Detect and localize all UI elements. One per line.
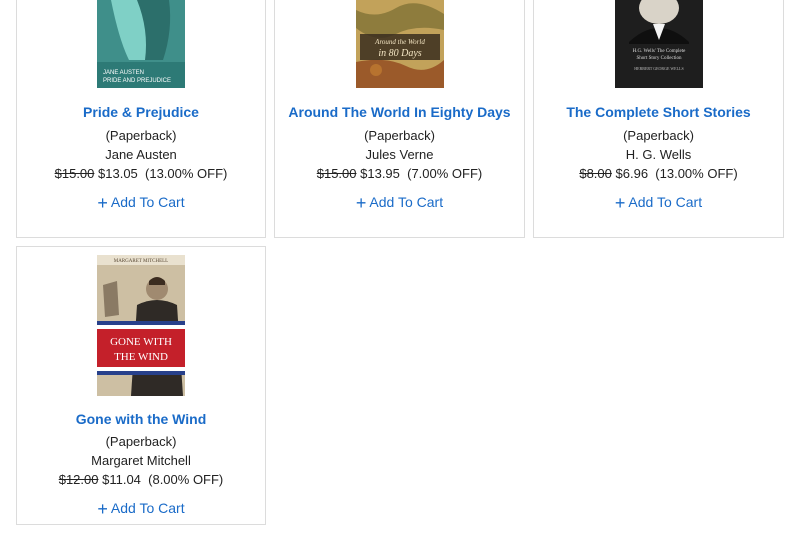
- cover-text: in 80 Days: [378, 48, 421, 59]
- book-cover-image[interactable]: Around the World in 80 Days: [355, 0, 444, 88]
- plus-icon: +: [355, 193, 367, 213]
- book-author: Margaret Mitchell: [91, 453, 191, 468]
- cover-text: THE WIND: [114, 351, 168, 363]
- cover-text: GONE WITH: [110, 336, 172, 348]
- cover-text: MARGARET MITCHELL: [114, 259, 169, 264]
- add-to-cart-button[interactable]: + Add To Cart: [534, 193, 783, 214]
- product-card: Around the World in 80 Days Around The W…: [274, 0, 525, 238]
- plus-icon: +: [97, 499, 108, 519]
- book-title-link[interactable]: Gone with the Wind: [17, 411, 265, 427]
- original-price: $15.00: [54, 166, 95, 181]
- discount-percent: (13.00% OFF): [145, 166, 228, 181]
- book-format: (Paperback): [105, 128, 177, 143]
- cover-text: JANE AUSTEN: [103, 70, 144, 76]
- discount-percent: (8.00% OFF): [148, 472, 224, 487]
- discount-percent: (13.00% OFF): [655, 166, 738, 181]
- original-price: $12.00: [58, 472, 99, 487]
- book-author: H. G. Wells: [625, 147, 692, 162]
- sale-price: $13.05: [98, 166, 138, 181]
- book-cover-image[interactable]: H.G. Wells' The Complete Short Story Col…: [614, 0, 703, 88]
- add-to-cart-button[interactable]: + Add To Cart: [17, 499, 265, 520]
- add-to-cart-button[interactable]: + Add To Cart: [275, 193, 524, 214]
- product-grid: JANE AUSTEN PRIDE AND PREJUDICE Pride & …: [0, 0, 796, 546]
- add-to-cart-label: Add To Cart: [628, 194, 703, 210]
- cover-text: Short Story Collection: [636, 56, 682, 61]
- plus-icon: +: [614, 193, 626, 213]
- product-card: MARGARET MITCHELL GONE WITH THE WIND Gon…: [16, 246, 266, 525]
- book-format: (Paperback): [105, 434, 177, 449]
- book-format: (Paperback): [364, 128, 435, 143]
- product-card: H.G. Wells' The Complete Short Story Col…: [533, 0, 784, 238]
- add-to-cart-button[interactable]: + Add To Cart: [17, 193, 265, 214]
- sale-price: $13.95: [360, 166, 400, 181]
- price-row: $8.00 $6.96 (13.00% OFF): [534, 166, 783, 181]
- book-author: Jules Verne: [365, 147, 434, 162]
- book-author: Jane Austen: [105, 147, 177, 162]
- book-format: (Paperback): [623, 128, 694, 143]
- cover-text: H.G. Wells' The Complete: [632, 49, 685, 54]
- original-price: $15.00: [316, 166, 357, 181]
- add-to-cart-label: Add To Cart: [110, 500, 185, 516]
- original-price: $8.00: [579, 166, 612, 181]
- sale-price: $11.04: [102, 472, 141, 487]
- cover-text: HERBERT GEORGE WELLS: [634, 66, 683, 71]
- plus-icon: +: [97, 193, 108, 213]
- cover-text: Around the World: [374, 38, 425, 46]
- cover-text: PRIDE AND PREJUDICE: [103, 78, 171, 84]
- add-to-cart-label: Add To Cart: [110, 194, 185, 210]
- price-row: $15.00 $13.05 (13.00% OFF): [17, 166, 265, 181]
- add-to-cart-label: Add To Cart: [369, 194, 444, 210]
- book-title-link[interactable]: Around The World In Eighty Days: [275, 104, 524, 120]
- book-title-link[interactable]: The Complete Short Stories: [534, 104, 783, 120]
- book-cover-image[interactable]: MARGARET MITCHELL GONE WITH THE WIND: [97, 255, 185, 396]
- price-row: $12.00 $11.04 (8.00% OFF): [17, 472, 265, 487]
- product-card: JANE AUSTEN PRIDE AND PREJUDICE Pride & …: [16, 0, 266, 238]
- discount-percent: (7.00% OFF): [407, 166, 483, 181]
- sale-price: $6.96: [615, 166, 649, 181]
- book-title-link[interactable]: Pride & Prejudice: [17, 104, 265, 120]
- price-row: $15.00 $13.95 (7.00% OFF): [275, 166, 524, 181]
- book-cover-image[interactable]: JANE AUSTEN PRIDE AND PREJUDICE: [97, 0, 185, 88]
